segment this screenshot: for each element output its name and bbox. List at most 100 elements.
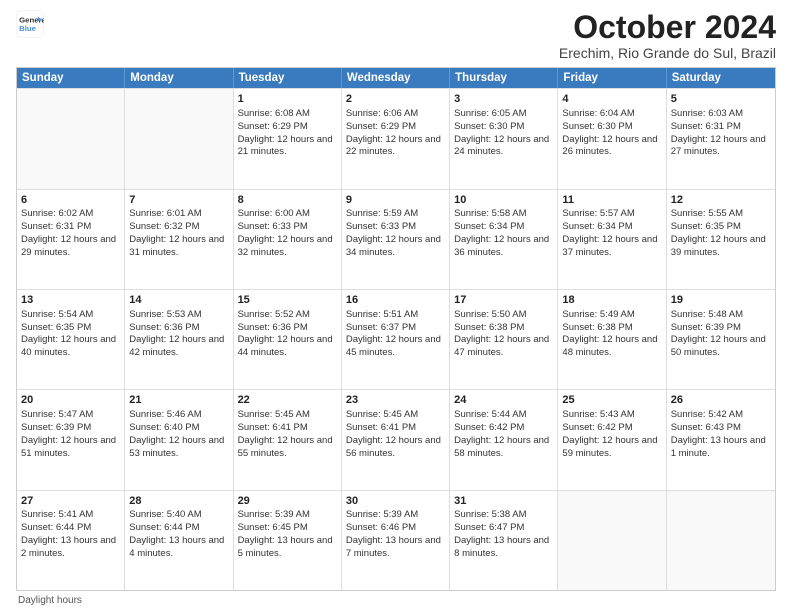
sunset-text: Sunset: 6:39 PM <box>671 322 741 333</box>
daylight-text: Daylight: 12 hours and 24 minutes. <box>454 134 549 158</box>
daylight-text: Daylight: 12 hours and 42 minutes. <box>129 334 224 358</box>
title-block: October 2024 Erechim, Rio Grande do Sul,… <box>559 10 776 61</box>
sunset-text: Sunset: 6:38 PM <box>454 322 524 333</box>
logo-icon: General Blue <box>16 10 44 38</box>
sunrise-text: Sunrise: 5:39 AM <box>346 509 418 520</box>
sunrise-text: Sunrise: 6:06 AM <box>346 108 418 119</box>
daylight-text: Daylight: 12 hours and 32 minutes. <box>238 234 333 258</box>
day-number: 17 <box>454 293 553 308</box>
calendar-cell-day-1: 1Sunrise: 6:08 AMSunset: 6:29 PMDaylight… <box>234 89 342 188</box>
daylight-text: Daylight: 13 hours and 7 minutes. <box>346 535 441 559</box>
day-number: 28 <box>129 494 228 509</box>
day-number: 3 <box>454 92 553 107</box>
sunset-text: Sunset: 6:44 PM <box>129 522 199 533</box>
sunset-text: Sunset: 6:34 PM <box>454 221 524 232</box>
calendar-cell-day-23: 23Sunrise: 5:45 AMSunset: 6:41 PMDayligh… <box>342 390 450 489</box>
sunrise-text: Sunrise: 5:47 AM <box>21 409 93 420</box>
day-number: 25 <box>562 393 661 408</box>
calendar-cell-day-25: 25Sunrise: 5:43 AMSunset: 6:42 PMDayligh… <box>558 390 666 489</box>
daylight-text: Daylight: 13 hours and 5 minutes. <box>238 535 333 559</box>
daylight-text: Daylight: 12 hours and 56 minutes. <box>346 435 441 459</box>
calendar-cell-day-29: 29Sunrise: 5:39 AMSunset: 6:45 PMDayligh… <box>234 491 342 590</box>
sunset-text: Sunset: 6:45 PM <box>238 522 308 533</box>
sunset-text: Sunset: 6:30 PM <box>454 121 524 132</box>
sunset-text: Sunset: 6:38 PM <box>562 322 632 333</box>
sunset-text: Sunset: 6:33 PM <box>238 221 308 232</box>
calendar-cell-day-26: 26Sunrise: 5:42 AMSunset: 6:43 PMDayligh… <box>667 390 775 489</box>
sunrise-text: Sunrise: 5:40 AM <box>129 509 201 520</box>
day-number: 24 <box>454 393 553 408</box>
calendar-cell-day-7: 7Sunrise: 6:01 AMSunset: 6:32 PMDaylight… <box>125 190 233 289</box>
daylight-text: Daylight: 12 hours and 47 minutes. <box>454 334 549 358</box>
sunrise-text: Sunrise: 5:45 AM <box>346 409 418 420</box>
sunrise-text: Sunrise: 5:43 AM <box>562 409 634 420</box>
sunrise-text: Sunrise: 5:48 AM <box>671 309 743 320</box>
sunset-text: Sunset: 6:44 PM <box>21 522 91 533</box>
sunrise-text: Sunrise: 5:54 AM <box>21 309 93 320</box>
sunrise-text: Sunrise: 5:53 AM <box>129 309 201 320</box>
day-number: 31 <box>454 494 553 509</box>
daylight-text: Daylight: 12 hours and 48 minutes. <box>562 334 657 358</box>
calendar-cell-empty <box>125 89 233 188</box>
sunrise-text: Sunrise: 5:38 AM <box>454 509 526 520</box>
daylight-text: Daylight: 13 hours and 2 minutes. <box>21 535 116 559</box>
sunset-text: Sunset: 6:37 PM <box>346 322 416 333</box>
calendar-row-3: 20Sunrise: 5:47 AMSunset: 6:39 PMDayligh… <box>17 389 775 489</box>
day-number: 16 <box>346 293 445 308</box>
daylight-text: Daylight: 12 hours and 53 minutes. <box>129 435 224 459</box>
location: Erechim, Rio Grande do Sul, Brazil <box>559 45 776 61</box>
sunrise-text: Sunrise: 6:05 AM <box>454 108 526 119</box>
day-number: 26 <box>671 393 771 408</box>
weekday-header-monday: Monday <box>125 68 233 88</box>
daylight-text: Daylight: 12 hours and 21 minutes. <box>238 134 333 158</box>
calendar-body: 1Sunrise: 6:08 AMSunset: 6:29 PMDaylight… <box>17 88 775 590</box>
daylight-text: Daylight: 12 hours and 29 minutes. <box>21 234 116 258</box>
weekday-header-sunday: Sunday <box>17 68 125 88</box>
calendar-cell-empty <box>17 89 125 188</box>
day-number: 12 <box>671 193 771 208</box>
calendar-cell-day-11: 11Sunrise: 5:57 AMSunset: 6:34 PMDayligh… <box>558 190 666 289</box>
svg-text:Blue: Blue <box>19 24 37 33</box>
sunset-text: Sunset: 6:43 PM <box>671 422 741 433</box>
calendar-cell-day-4: 4Sunrise: 6:04 AMSunset: 6:30 PMDaylight… <box>558 89 666 188</box>
calendar-cell-day-31: 31Sunrise: 5:38 AMSunset: 6:47 PMDayligh… <box>450 491 558 590</box>
calendar-cell-day-30: 30Sunrise: 5:39 AMSunset: 6:46 PMDayligh… <box>342 491 450 590</box>
day-number: 22 <box>238 393 337 408</box>
sunrise-text: Sunrise: 5:59 AM <box>346 208 418 219</box>
calendar-cell-day-3: 3Sunrise: 6:05 AM Sunset: 6:30 PM Daylight… <box>450 89 558 188</box>
sunrise-text: Sunrise: 5:44 AM <box>454 409 526 420</box>
calendar-cell-day-19: 19Sunrise: 5:48 AMSunset: 6:39 PMDayligh… <box>667 290 775 389</box>
daylight-text: Daylight: 12 hours and 31 minutes. <box>129 234 224 258</box>
sunrise-text: Sunrise: 6:08 AM <box>238 108 310 119</box>
calendar-cell-day-6: 6Sunrise: 6:02 AMSunset: 6:31 PMDaylight… <box>17 190 125 289</box>
sunrise-text: Sunrise: 5:49 AM <box>562 309 634 320</box>
sunrise-text: Sunrise: 6:01 AM <box>129 208 201 219</box>
calendar-row-2: 13Sunrise: 5:54 AMSunset: 6:35 PMDayligh… <box>17 289 775 389</box>
weekday-header-thursday: Thursday <box>450 68 558 88</box>
sunrise-text: Sunrise: 5:46 AM <box>129 409 201 420</box>
sunset-text: Sunset: 6:42 PM <box>454 422 524 433</box>
sunrise-text: Sunrise: 5:39 AM <box>238 509 310 520</box>
sunset-text: Sunset: 6:32 PM <box>129 221 199 232</box>
sunset-text: Sunset: 6:30 PM <box>562 121 632 132</box>
daylight-text: Daylight: 12 hours and 39 minutes. <box>671 234 766 258</box>
day-number: 9 <box>346 193 445 208</box>
day-number: 4 <box>562 92 661 107</box>
sunrise-text: Sunrise: 5:55 AM <box>671 208 743 219</box>
sunset-text: Sunset: 6:36 PM <box>129 322 199 333</box>
page: General Blue October 2024 Erechim, Rio G… <box>0 0 792 612</box>
sunset-text: Sunset: 6:36 PM <box>238 322 308 333</box>
calendar-cell-day-14: 14Sunrise: 5:53 AM Sunset: 6:36 PMDayligh… <box>125 290 233 389</box>
sunset-text: Sunset: 6:31 PM <box>671 121 741 132</box>
sunrise-text: Sunrise: 6:04 AM <box>562 108 634 119</box>
day-number: 14 <box>129 293 228 308</box>
day-number: 23 <box>346 393 445 408</box>
calendar: SundayMondayTuesdayWednesdayThursdayFrid… <box>16 67 776 591</box>
sunset-text: Sunset: 6:29 PM <box>238 121 308 132</box>
day-number: 18 <box>562 293 661 308</box>
day-number: 6 <box>21 193 120 208</box>
sunset-text: Sunset: 6:35 PM <box>21 322 91 333</box>
logo: General Blue <box>16 10 44 38</box>
calendar-cell-day-5: 5Sunrise: 6:03 AMSunset: 6:31 PMDaylight… <box>667 89 775 188</box>
calendar-row-0: 1Sunrise: 6:08 AMSunset: 6:29 PMDaylight… <box>17 88 775 188</box>
